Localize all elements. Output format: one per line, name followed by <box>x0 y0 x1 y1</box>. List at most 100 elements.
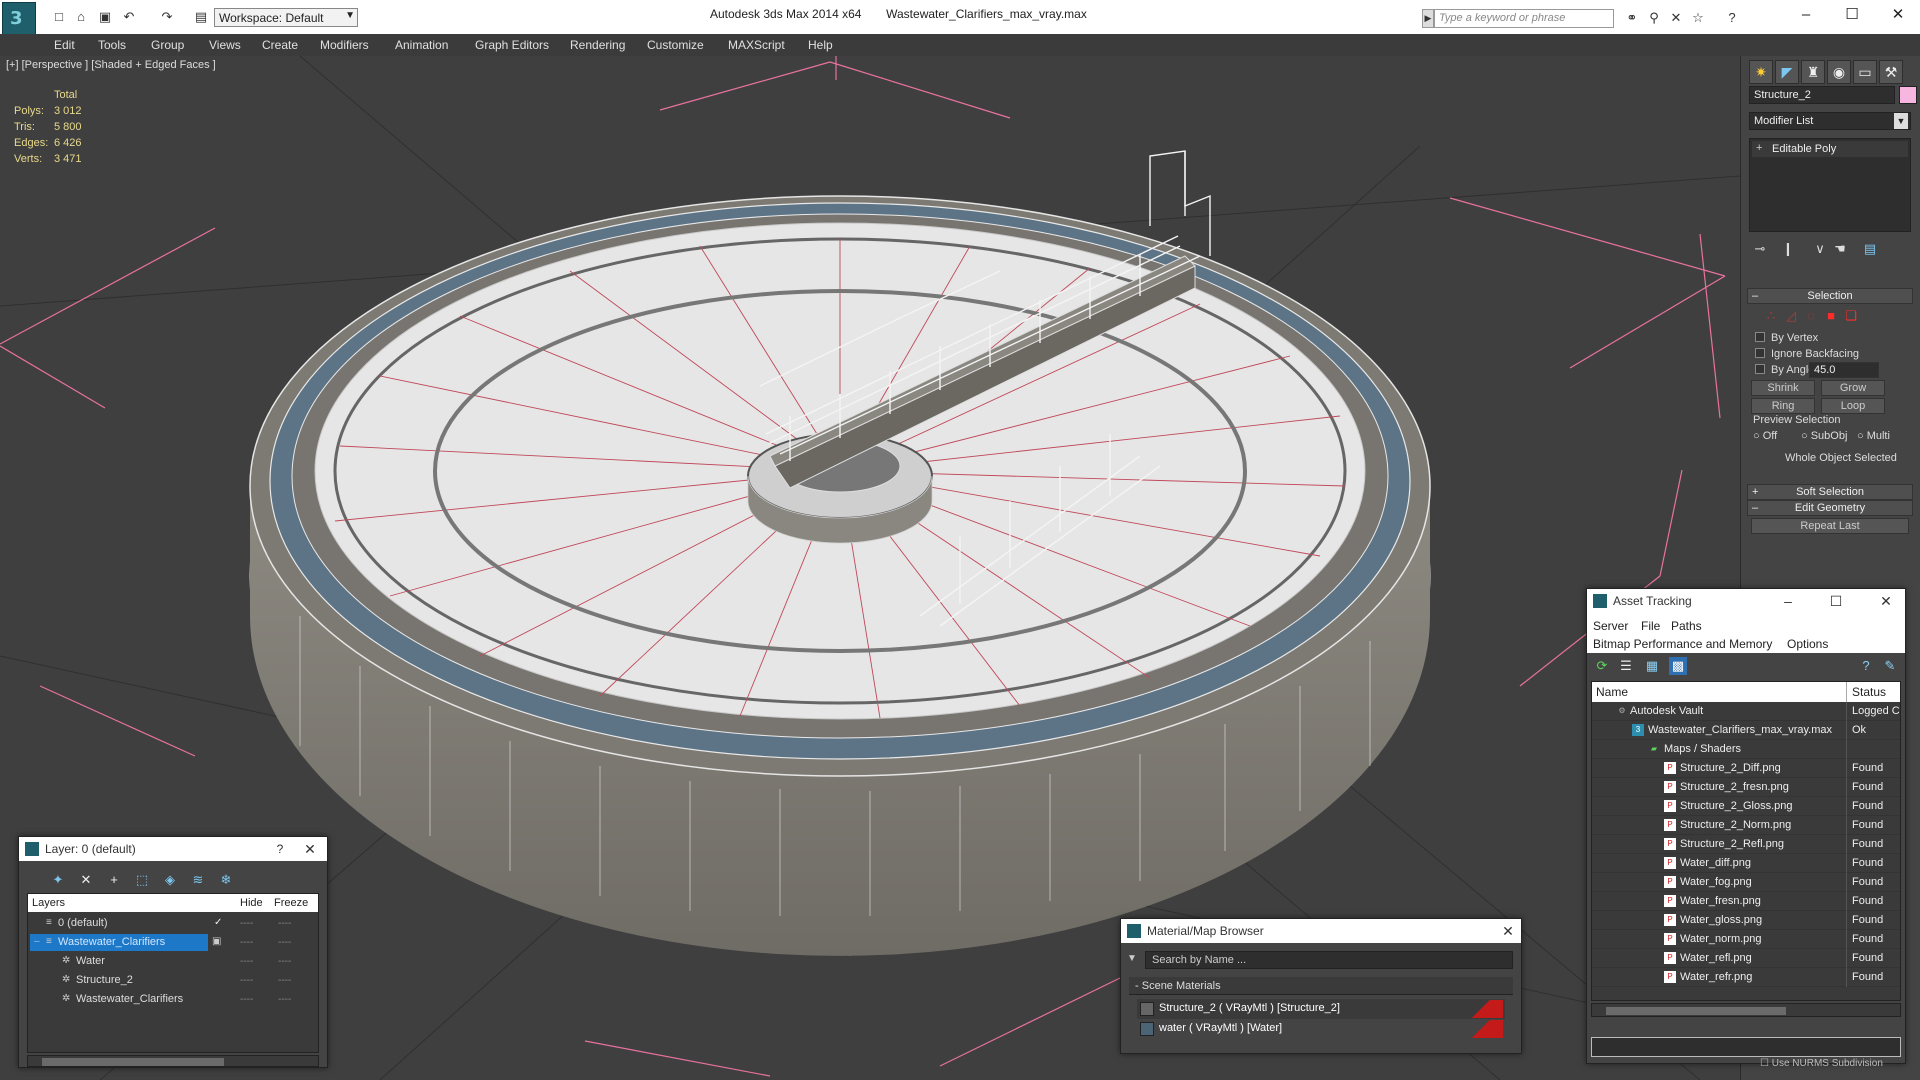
menu-bitmap-performance[interactable]: Bitmap Performance and Memory <box>1593 637 1772 651</box>
maximize-icon[interactable]: ☐ <box>1827 592 1845 610</box>
app-logo[interactable]: 3 <box>2 2 36 36</box>
shrink-button[interactable]: Shrink <box>1751 380 1815 396</box>
asset-horizontal-scrollbar[interactable] <box>1591 1003 1901 1017</box>
loop-button[interactable]: Loop <box>1821 398 1885 414</box>
scroll-thumb[interactable] <box>1606 1007 1786 1015</box>
asset-row[interactable]: P Water_refl.png Found <box>1592 949 1900 968</box>
asset-row[interactable]: P Structure_2_Refl.png Found <box>1592 835 1900 854</box>
menu-file[interactable]: File <box>1641 619 1660 633</box>
filter-dropdown-icon[interactable]: ▼ <box>1127 953 1137 964</box>
asset-tracking-titlebar[interactable]: Asset Tracking <box>1587 589 1905 613</box>
element-mode-icon[interactable]: ❏ <box>1843 308 1859 324</box>
menu-graph-editors[interactable]: Graph Editors <box>475 38 549 52</box>
layer-horizontal-scrollbar[interactable] <box>27 1055 319 1067</box>
material-item[interactable]: Structure_2 ( VRayMtl ) [Structure_2] <box>1137 999 1505 1019</box>
material-item[interactable]: water ( VRayMtl ) [Water] <box>1137 1019 1505 1039</box>
asset-row[interactable]: P Structure_2_fresn.png Found <box>1592 778 1900 797</box>
column-divider[interactable] <box>1846 682 1847 702</box>
highlight-layer-icon[interactable]: ◈ <box>161 871 179 889</box>
collapse-icon[interactable]: – <box>34 936 40 947</box>
menu-server[interactable]: Server <box>1593 619 1628 633</box>
menu-customize[interactable]: Customize <box>647 38 704 52</box>
menu-create[interactable]: Create <box>262 38 298 52</box>
show-end-result-icon[interactable]: ❙ <box>1779 240 1797 258</box>
layer-object-row[interactable]: ✲ Water ---- ---- <box>28 952 318 971</box>
freeze-toggle[interactable]: ---- <box>278 956 291 967</box>
close-icon[interactable]: ✕ <box>1888 5 1908 25</box>
asset-row[interactable]: P Structure_2_Norm.png Found <box>1592 816 1900 835</box>
material-search-input[interactable]: Search by Name ... <box>1145 951 1513 969</box>
motion-tab-icon[interactable]: ◉ <box>1827 60 1851 84</box>
asset-row[interactable]: P Water_norm.png Found <box>1592 930 1900 949</box>
close-icon[interactable]: ✕ <box>1877 592 1895 610</box>
settings-icon[interactable]: ✎ <box>1881 657 1899 675</box>
hide-column-header[interactable]: Hide <box>240 897 263 909</box>
preview-off-radio[interactable]: ○ Off <box>1753 430 1777 442</box>
hierarchy-tab-icon[interactable]: ♜ <box>1801 60 1825 84</box>
delete-layer-icon[interactable]: ✕ <box>77 871 95 889</box>
asset-row[interactable]: P Water_refr.png Found <box>1592 968 1900 987</box>
selection-rollout-header[interactable]: – Selection <box>1747 288 1913 304</box>
modifier-stack-item[interactable]: Editable Poly <box>1752 141 1908 157</box>
freeze-column-header[interactable]: Freeze <box>274 897 308 909</box>
polygon-mode-icon[interactable]: ■ <box>1823 308 1839 324</box>
hide-toggle[interactable]: ---- <box>240 975 253 986</box>
menu-paths[interactable]: Paths <box>1671 619 1702 633</box>
communication-icon[interactable]: ✕ <box>1668 10 1684 26</box>
minimize-icon[interactable]: – <box>1779 592 1797 610</box>
binoculars-icon[interactable]: ⚭ <box>1624 10 1640 26</box>
add-to-layer-icon[interactable]: + <box>105 871 123 889</box>
asset-row[interactable]: ▰ Maps / Shaders <box>1592 740 1900 759</box>
viewport-label[interactable]: [+] [Perspective ] [Shaded + Edged Faces… <box>6 59 216 71</box>
scene-materials-group[interactable]: - Scene Materials <box>1129 977 1513 995</box>
create-layer-icon[interactable]: ✦ <box>49 871 67 889</box>
soft-selection-rollout-header[interactable]: + Soft Selection <box>1747 484 1913 500</box>
menu-tools[interactable]: Tools <box>98 38 126 52</box>
freeze-all-layers-icon[interactable]: ❄ <box>217 871 235 889</box>
freeze-toggle[interactable]: ---- <box>278 937 291 948</box>
help-icon[interactable]: ? <box>271 840 289 858</box>
pin-stack-icon[interactable]: ⊸ <box>1751 240 1769 258</box>
menu-modifiers[interactable]: Modifiers <box>320 38 369 52</box>
asset-row[interactable]: 3 Wastewater_Clarifiers_max_vray.max Ok <box>1592 721 1900 740</box>
asset-row[interactable]: ⚙ Autodesk Vault Logged C <box>1592 702 1900 721</box>
preview-subobj-radio[interactable]: ○ SubObj <box>1801 430 1847 442</box>
freeze-toggle[interactable]: ---- <box>278 994 291 1005</box>
vertex-mode-icon[interactable]: ∴ <box>1763 308 1779 324</box>
nurms-subdivision-checkbox[interactable]: ☐ Use NURMS Subdivision <box>1760 1058 1883 1069</box>
list-view-icon[interactable]: ☰ <box>1617 657 1635 675</box>
maximize-icon[interactable]: ☐ <box>1842 5 1862 25</box>
asset-row[interactable]: P Water_gloss.png Found <box>1592 911 1900 930</box>
tree-view-icon[interactable]: ▦ <box>1643 657 1661 675</box>
scroll-thumb[interactable] <box>42 1058 224 1066</box>
ring-button[interactable]: Ring <box>1751 398 1815 414</box>
hide-toggle[interactable]: ---- <box>240 937 253 948</box>
freeze-toggle[interactable]: ---- <box>278 975 291 986</box>
project-folder-icon[interactable]: ▤ <box>192 8 210 26</box>
hide-toggle[interactable]: ---- <box>240 918 253 929</box>
asset-path-field[interactable] <box>1591 1037 1901 1057</box>
menu-help[interactable]: Help <box>808 38 833 52</box>
freeze-toggle[interactable]: ---- <box>278 918 291 929</box>
menu-edit[interactable]: Edit <box>54 38 75 52</box>
subscription-icon[interactable]: ⚲ <box>1646 10 1662 26</box>
menu-views[interactable]: Views <box>209 38 241 52</box>
angle-spinner[interactable]: 45.0 <box>1809 362 1879 378</box>
asset-row[interactable]: P Water_fog.png Found <box>1592 873 1900 892</box>
close-icon[interactable]: ✕ <box>301 840 319 858</box>
display-tab-icon[interactable]: ▭ <box>1853 60 1877 84</box>
layer-row-selected[interactable]: – ≡ Wastewater_Clarifiers ▣ ---- ---- <box>28 933 318 952</box>
favorites-star-icon[interactable]: ☆ <box>1690 10 1706 26</box>
status-column-header[interactable]: Status <box>1852 685 1886 699</box>
clarifier-tank[interactable] <box>249 195 1431 956</box>
save-icon[interactable]: ▣ <box>96 8 114 26</box>
modifier-list-dropdown[interactable]: Modifier List ▼ <box>1749 112 1911 130</box>
undo-icon[interactable]: ↶ <box>120 8 138 26</box>
asset-row[interactable]: P Water_diff.png Found <box>1592 854 1900 873</box>
layer-object-row[interactable]: ✲ Wastewater_Clarifiers ---- ---- <box>28 990 318 1009</box>
workspace-select[interactable]: Workspace: Default ▼ <box>214 8 358 27</box>
help-icon[interactable]: ? <box>1724 10 1740 26</box>
asset-row[interactable]: P Water_fresn.png Found <box>1592 892 1900 911</box>
remove-modifier-icon[interactable]: ☚ <box>1831 240 1849 258</box>
name-column-header[interactable]: Name <box>1596 685 1628 699</box>
